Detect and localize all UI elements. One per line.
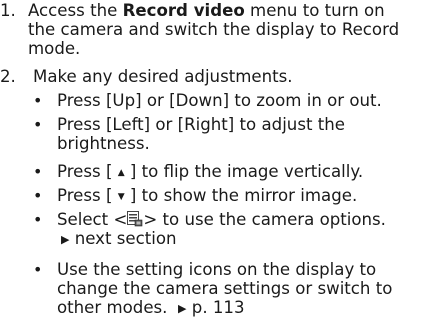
step-2-text: Make any desired adjustments. — [33, 67, 293, 86]
down-key-icon: ▼ — [117, 192, 125, 202]
step-number: 2. — [0, 67, 16, 86]
mirror-instruction: Press [ ▼ ] to show the mirror image. — [57, 186, 358, 205]
up-key-icon: ▲ — [117, 168, 125, 178]
bullet-marker: • — [33, 210, 43, 229]
zoom-instruction: Press [Up] or [Down] to zoom in or out. — [57, 91, 382, 110]
options-menu-icon — [127, 211, 143, 227]
bullet-marker: • — [33, 91, 43, 110]
step-2: 2. Make any desired adjustments. — [0, 67, 428, 86]
step-number: 1. — [0, 1, 16, 20]
step-1-text: Access the Record video menu to turn on … — [28, 1, 424, 58]
options-instruction: Select < > to use the camera options. ▶ n… — [57, 210, 386, 248]
arrow-right-icon: ▶ — [178, 302, 187, 315]
step-1-line-1: Access the Record video menu to turn on — [28, 1, 385, 20]
bullet-marker: • — [33, 115, 43, 134]
bullet-marker: • — [33, 186, 43, 205]
bullet-marker: • — [33, 162, 43, 181]
flip-instruction: Press [ ▲ ] to flip the image vertically… — [57, 162, 364, 181]
bullet-marker: • — [33, 260, 43, 279]
page-reference-link[interactable]: p. 113 — [192, 298, 245, 317]
arrow-right-icon: ▶ — [61, 233, 70, 246]
next-section-link[interactable]: next section — [75, 229, 177, 248]
step-1: 1. Access the Record video menu to turn … — [0, 1, 428, 58]
brightness-instruction: Press [Left] or [Right] to adjust the br… — [57, 115, 345, 153]
step-1-line-3: mode. — [28, 39, 81, 58]
step-1-line-2: the camera and switch the display to Rec… — [28, 20, 400, 39]
record-video-menu-name: Record video — [122, 1, 245, 20]
settings-instruction: Use the setting icons on the display to … — [57, 260, 393, 317]
